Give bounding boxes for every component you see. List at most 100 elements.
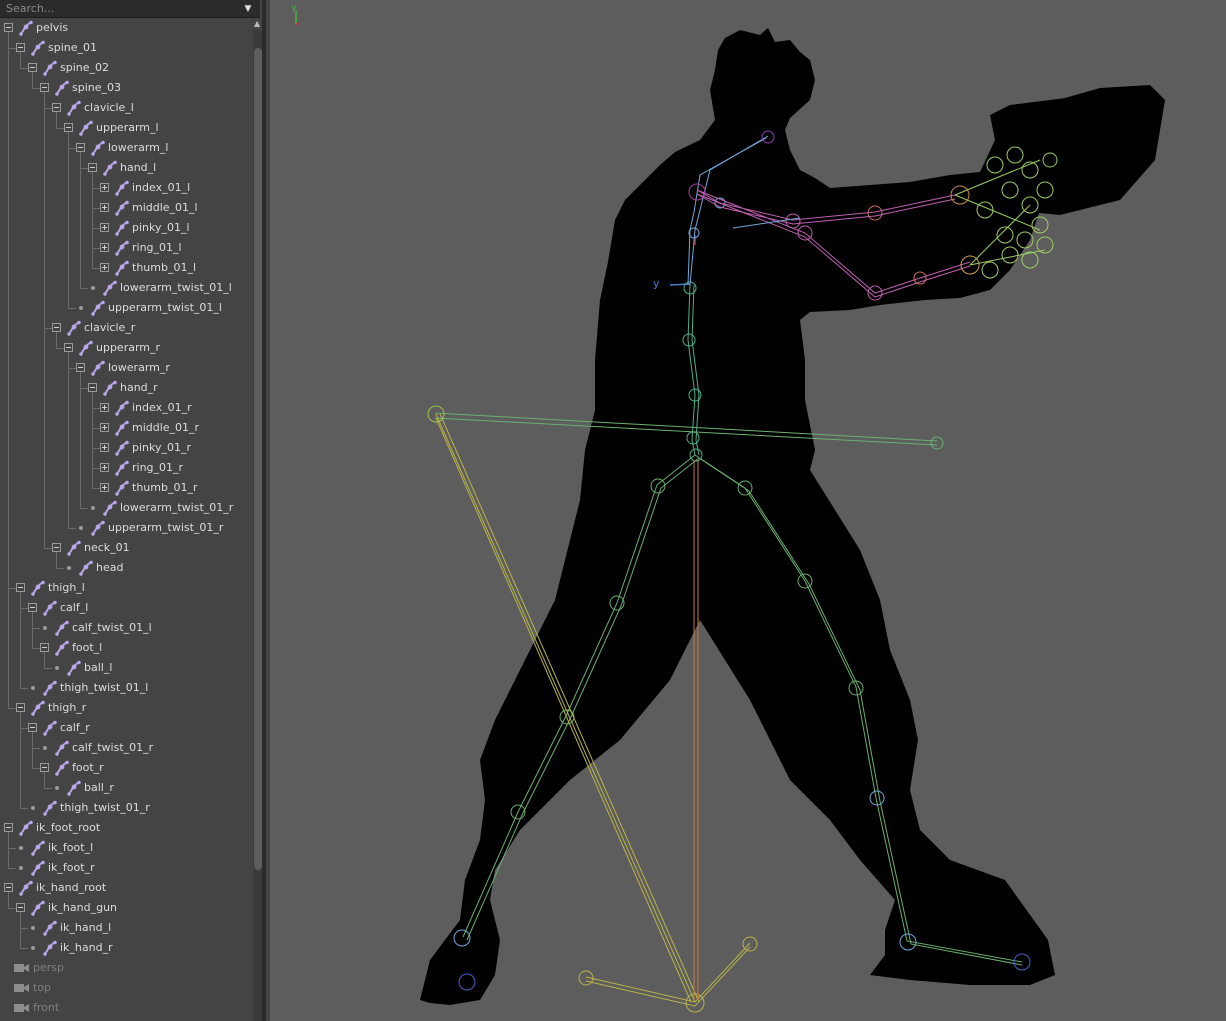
collapse-minus-icon[interactable] <box>4 883 13 892</box>
outliner-item-label: front <box>33 1001 60 1014</box>
outliner-joint-item[interactable]: lowerarm_l <box>0 138 252 158</box>
outliner-camera-item[interactable]: top <box>0 978 252 998</box>
expand-plus-icon[interactable] <box>100 243 109 252</box>
outliner-joint-item[interactable]: pinky_01_r <box>0 438 252 458</box>
joint-icon <box>31 580 45 596</box>
outliner-joint-item[interactable]: clavicle_l <box>0 98 252 118</box>
outliner-joint-item[interactable]: calf_l <box>0 598 252 618</box>
outliner-joint-item[interactable]: index_01_r <box>0 398 252 418</box>
outliner-joint-item[interactable]: ring_01_r <box>0 458 252 478</box>
collapse-minus-icon[interactable] <box>88 163 97 172</box>
outliner-joint-item[interactable]: ring_01_l <box>0 238 252 258</box>
tree-connector-branch <box>20 948 28 949</box>
collapse-minus-icon[interactable] <box>40 83 49 92</box>
outliner-joint-item[interactable]: lowerarm_twist_01_l <box>0 278 252 298</box>
outliner-joint-item[interactable]: hand_r <box>0 378 252 398</box>
outliner-item-label: thigh_twist_01_l <box>60 681 149 694</box>
outliner-joint-item[interactable]: spine_02 <box>0 58 252 78</box>
outliner-joint-item[interactable]: middle_01_r <box>0 418 252 438</box>
joint-icon <box>31 900 45 916</box>
outliner-joint-item[interactable]: middle_01_l <box>0 198 252 218</box>
outliner-joint-item[interactable]: head <box>0 558 252 578</box>
collapse-minus-icon[interactable] <box>16 703 25 712</box>
outliner-joint-item[interactable]: calf_r <box>0 718 252 738</box>
outliner-joint-item[interactable]: hand_l <box>0 158 252 178</box>
leaf-dot-icon <box>79 526 83 530</box>
viewport-3d[interactable]: y y <box>270 0 1226 1021</box>
outliner-joint-item[interactable]: thigh_l <box>0 578 252 598</box>
expand-plus-icon[interactable] <box>100 403 109 412</box>
outliner-joint-item[interactable]: thigh_twist_01_r <box>0 798 252 818</box>
tree-connector-branch <box>56 348 64 349</box>
outliner-joint-item[interactable]: lowerarm_r <box>0 358 252 378</box>
outliner-joint-item[interactable]: ik_foot_root <box>0 818 252 838</box>
outliner-item-label: clavicle_l <box>84 101 134 114</box>
tree-connector-branch <box>20 688 28 689</box>
collapse-minus-icon[interactable] <box>40 643 49 652</box>
collapse-minus-icon[interactable] <box>64 343 73 352</box>
collapse-minus-icon[interactable] <box>28 723 37 732</box>
outliner-joint-item[interactable]: thigh_twist_01_l <box>0 678 252 698</box>
expand-plus-icon[interactable] <box>100 483 109 492</box>
outliner-joint-item[interactable]: upperarm_twist_01_r <box>0 518 252 538</box>
collapse-minus-icon[interactable] <box>52 323 61 332</box>
outliner-joint-item[interactable]: clavicle_r <box>0 318 252 338</box>
expand-plus-icon[interactable] <box>100 423 109 432</box>
expand-plus-icon[interactable] <box>100 183 109 192</box>
outliner-joint-item[interactable]: lowerarm_twist_01_r <box>0 498 252 518</box>
outliner-item-label: ik_hand_l <box>60 921 112 934</box>
outliner-joint-item[interactable]: ball_r <box>0 778 252 798</box>
collapse-minus-icon[interactable] <box>4 823 13 832</box>
outliner-joint-item[interactable]: ik_hand_root <box>0 878 252 898</box>
collapse-minus-icon[interactable] <box>40 763 49 772</box>
outliner-camera-item[interactable]: persp <box>0 958 252 978</box>
expand-plus-icon[interactable] <box>100 263 109 272</box>
tree-connector-branch <box>80 508 88 509</box>
expand-plus-icon[interactable] <box>100 443 109 452</box>
collapse-minus-icon[interactable] <box>76 143 85 152</box>
outliner-joint-item[interactable]: ball_l <box>0 658 252 678</box>
joint-icon <box>31 700 45 716</box>
outliner-joint-item[interactable]: thumb_01_r <box>0 478 252 498</box>
outliner-joint-item[interactable]: spine_01 <box>0 38 252 58</box>
scrollbar-thumb[interactable] <box>254 48 262 870</box>
outliner-item-label: lowerarm_r <box>108 361 170 374</box>
collapse-minus-icon[interactable] <box>28 63 37 72</box>
chevron-down-icon[interactable]: ▼ <box>240 3 256 15</box>
joint-icon <box>43 60 57 76</box>
outliner-joint-item[interactable]: pinky_01_l <box>0 218 252 238</box>
outliner-joint-item[interactable]: upperarm_twist_01_l <box>0 298 252 318</box>
tree-connector-line <box>44 772 45 788</box>
collapse-minus-icon[interactable] <box>16 583 25 592</box>
outliner-joint-item[interactable]: upperarm_r <box>0 338 252 358</box>
scroll-up-arrow-icon[interactable]: ▲ <box>254 20 262 28</box>
joint-icon <box>43 600 57 616</box>
expand-plus-icon[interactable] <box>100 203 109 212</box>
collapse-minus-icon[interactable] <box>76 363 85 372</box>
outliner-joint-item[interactable]: thumb_01_l <box>0 258 252 278</box>
collapse-minus-icon[interactable] <box>52 543 61 552</box>
collapse-minus-icon[interactable] <box>4 23 13 32</box>
collapse-minus-icon[interactable] <box>88 383 97 392</box>
outliner-joint-item[interactable]: pelvis <box>0 18 252 38</box>
expand-plus-icon[interactable] <box>100 463 109 472</box>
outliner-joint-item[interactable]: neck_01 <box>0 538 252 558</box>
outliner-joint-item[interactable]: ik_foot_r <box>0 858 252 878</box>
search-input[interactable] <box>2 1 240 15</box>
collapse-minus-icon[interactable] <box>64 123 73 132</box>
outliner-joint-item[interactable]: thigh_r <box>0 698 252 718</box>
outliner-camera-item[interactable]: front <box>0 998 252 1018</box>
outliner-joint-item[interactable]: index_01_l <box>0 178 252 198</box>
collapse-minus-icon[interactable] <box>28 603 37 612</box>
collapse-minus-icon[interactable] <box>52 103 61 112</box>
expand-plus-icon[interactable] <box>100 223 109 232</box>
outliner-joint-item[interactable]: ik_hand_l <box>0 918 252 938</box>
outliner-joint-item[interactable]: ik_hand_r <box>0 938 252 958</box>
outliner-joint-item[interactable]: ik_foot_l <box>0 838 252 858</box>
outliner-joint-item[interactable]: upperarm_l <box>0 118 252 138</box>
outliner-joint-item[interactable]: ik_hand_gun <box>0 898 252 918</box>
collapse-minus-icon[interactable] <box>16 903 25 912</box>
collapse-minus-icon[interactable] <box>16 43 25 52</box>
tree-connector-line <box>8 32 9 708</box>
leaf-dot-icon <box>55 666 59 670</box>
